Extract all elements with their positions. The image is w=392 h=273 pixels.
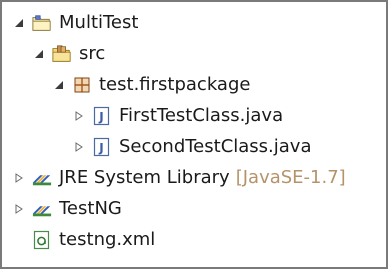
svg-text:J: J xyxy=(98,110,103,124)
expanded-triangle-icon[interactable] xyxy=(52,78,66,92)
expanded-triangle-icon[interactable] xyxy=(32,47,46,61)
tree-item-decoration: [JavaSE-1.7] xyxy=(235,167,346,188)
xml-file-icon xyxy=(32,230,52,250)
tree-item-label: JRE System Library xyxy=(59,167,230,188)
tree-item-label: MultiTest xyxy=(59,12,139,33)
collapsed-triangle-icon[interactable] xyxy=(72,109,86,123)
tree-item-label: FirstTestClass.java xyxy=(119,105,284,126)
tree-item-src[interactable]: src xyxy=(32,39,105,69)
tree-item-testng-xml[interactable]: testng.xml xyxy=(32,225,155,255)
tree-item-jre-system-library[interactable]: JRE System Library [JavaSE-1.7] xyxy=(12,163,346,193)
project-folder-icon xyxy=(32,13,52,33)
collapsed-triangle-icon[interactable] xyxy=(72,140,86,154)
java-file-icon: J xyxy=(92,106,112,126)
package-explorer-panel: MultiTest src test.firstpackage J FirstT… xyxy=(0,0,388,269)
tree-item-label: src xyxy=(79,43,106,64)
tree-item-label: SecondTestClass.java xyxy=(119,136,312,157)
tree-item-secondtestclass[interactable]: J SecondTestClass.java xyxy=(72,132,311,162)
tree-item-multitest[interactable]: MultiTest xyxy=(12,8,138,38)
java-file-icon: J xyxy=(92,137,112,157)
source-folder-icon xyxy=(52,44,72,64)
tree-item-label: test.firstpackage xyxy=(99,74,251,95)
tree-item-testng[interactable]: TestNG xyxy=(12,194,122,224)
library-icon xyxy=(32,199,52,219)
expanded-triangle-icon[interactable] xyxy=(12,16,26,30)
library-icon xyxy=(32,168,52,188)
tree-item-test-firstpackage[interactable]: test.firstpackage xyxy=(52,70,250,100)
collapsed-triangle-icon[interactable] xyxy=(12,171,26,185)
tree-item-label: testng.xml xyxy=(59,229,156,250)
project-tree: MultiTest src test.firstpackage J FirstT… xyxy=(2,2,386,267)
svg-text:J: J xyxy=(98,141,103,155)
collapsed-triangle-icon[interactable] xyxy=(12,202,26,216)
package-icon xyxy=(72,75,92,95)
tree-item-label: TestNG xyxy=(59,198,122,219)
tree-item-firsttestclass[interactable]: J FirstTestClass.java xyxy=(72,101,283,131)
